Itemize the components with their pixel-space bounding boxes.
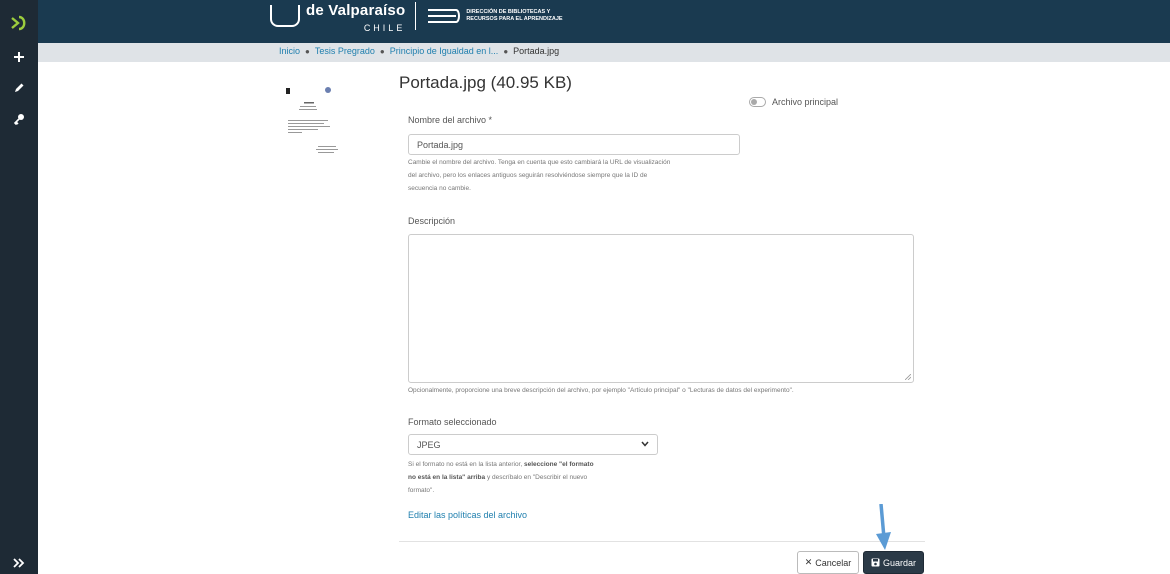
primary-file-toggle[interactable]: Archivo principal — [749, 97, 838, 107]
header-bar: de Valparaíso CHILE DIRECCIÓN DE BIBLIOT… — [38, 0, 1170, 43]
resize-grip-icon[interactable] — [905, 374, 911, 380]
breadcrumb-separator: ● — [379, 46, 385, 56]
file-name-help: Cambie el nombre del archivo. Tenga en c… — [408, 159, 671, 192]
description-textarea[interactable] — [408, 234, 914, 383]
save-button[interactable]: Guardar — [863, 551, 924, 574]
university-brand[interactable]: de Valparaíso CHILE DIRECCIÓN DE BIBLIOT… — [270, 0, 563, 40]
file-name-label: Nombre del archivo * — [408, 115, 493, 125]
cancel-button-label: Cancelar — [815, 557, 852, 568]
edit-icon[interactable] — [9, 78, 29, 98]
page-title: Portada.jpg (40.95 KB) — [399, 73, 572, 92]
description-label: Descripción — [408, 216, 456, 226]
university-logo-icon — [270, 5, 300, 27]
app-logo-icon[interactable] — [8, 12, 30, 34]
file-name-input[interactable]: Portada.jpg — [408, 134, 740, 155]
breadcrumb-separator: ● — [305, 46, 310, 56]
toggle-switch[interactable] — [749, 97, 766, 107]
university-country: CHILE — [363, 23, 406, 33]
add-icon[interactable] — [9, 47, 29, 67]
annotation-arrow-icon — [876, 504, 891, 550]
expand-sidebar-icon[interactable] — [9, 553, 29, 573]
form-divider — [399, 541, 925, 542]
save-button-label: Guardar — [882, 557, 917, 568]
format-help: Si el formato no está en la lista anteri… — [408, 461, 594, 494]
library-name: DIRECCIÓN DE BIBLIOTECAS Y RECURSOS PARA… — [466, 9, 563, 22]
breadcrumb-current: Portada.jpg — [513, 46, 560, 56]
left-sidebar — [0, 0, 38, 574]
key-icon[interactable] — [9, 109, 29, 129]
brand-divider — [415, 2, 417, 30]
file-thumbnail — [286, 87, 338, 153]
close-icon: ✕ — [804, 557, 813, 567]
breadcrumb-item-record[interactable]: Principio de Igualdad en l... — [390, 46, 499, 56]
breadcrumb-bar: Inicio ● Tesis Pregrado ● Principio de I… — [38, 43, 1170, 62]
format-selected-value: JPEG — [417, 440, 441, 450]
breadcrumb-home[interactable]: Inicio — [279, 46, 300, 56]
toggle-knob — [751, 99, 757, 105]
cancel-button[interactable]: ✕ Cancelar — [797, 551, 859, 574]
university-name: de Valparaíso — [306, 2, 406, 19]
edit-policies-link[interactable]: Editar las políticas del archivo — [408, 510, 527, 520]
save-icon — [871, 558, 880, 567]
primary-file-label: Archivo principal — [772, 97, 839, 107]
breadcrumb-separator: ● — [503, 46, 509, 56]
description-help: Opcionalmente, proporcione una breve des… — [408, 387, 794, 394]
library-logo-icon — [428, 9, 461, 23]
chevron-down-icon — [641, 441, 649, 447]
format-select[interactable]: JPEG — [408, 434, 658, 455]
breadcrumb: Inicio ● Tesis Pregrado ● Principio de I… — [279, 46, 559, 56]
format-label: Formato seleccionado — [408, 417, 497, 427]
breadcrumb-tesis-pregrado[interactable]: Tesis Pregrado — [315, 46, 375, 56]
